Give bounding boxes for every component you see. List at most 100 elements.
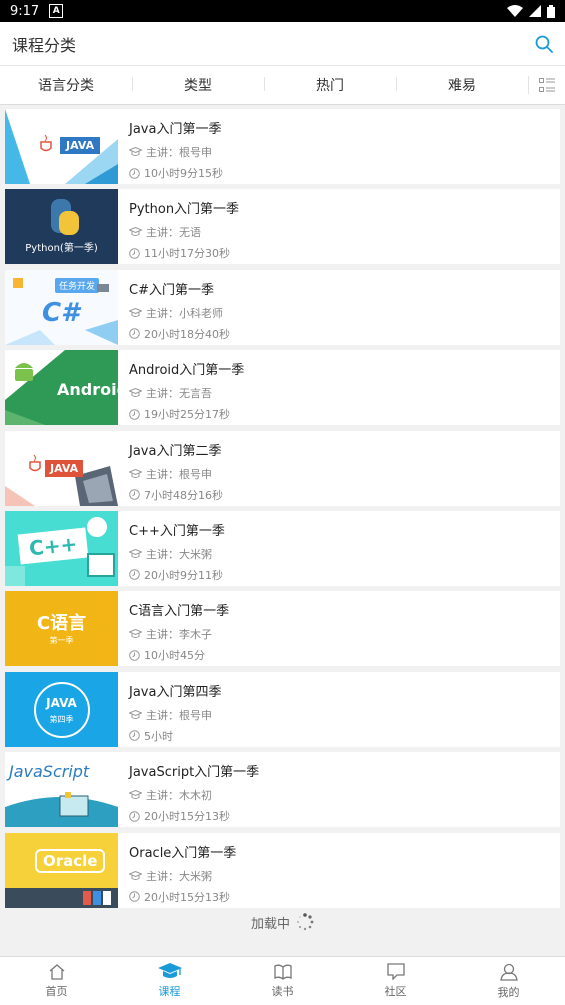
thumb-label: Oracle — [35, 848, 106, 873]
course-title: Java入门第一季 — [129, 122, 222, 137]
course-title: Java入门第二季 — [129, 443, 222, 459]
course-duration: 20小时15分13秒 — [144, 810, 230, 824]
course-item[interactable]: JavaScript JavaScript入门第一季 主讲：木木初 20小时15… — [5, 752, 560, 828]
course-duration-row: 10小时45分 — [129, 647, 229, 663]
course-thumbnail: JavaScript — [5, 752, 118, 828]
course-item[interactable]: C++ C++入门第一季 主讲：大米粥 20小时9分11秒 — [5, 510, 560, 586]
teacher-cap-icon — [129, 307, 142, 317]
thumb-label: C++ — [17, 527, 89, 565]
course-duration-row: 5小时 — [129, 728, 221, 744]
clock-icon — [129, 569, 140, 581]
course-item[interactable]: JAVA Java入门第二季 主讲：根号申 7小时48分16秒 — [5, 430, 560, 506]
graduation-cap-icon — [157, 963, 182, 978]
teacher-cap-icon — [129, 709, 142, 719]
course-thumbnail: Python(第一季) — [5, 189, 118, 265]
clock-icon — [129, 248, 140, 259]
course-duration-row: 20小时9分11秒 — [129, 567, 225, 583]
user-icon — [499, 963, 518, 981]
list-view-icon — [539, 78, 555, 92]
search-icon[interactable] — [535, 35, 553, 53]
book-icon — [273, 964, 292, 980]
thumb-label: JAVA — [45, 459, 84, 477]
tab-books-label: 读书 — [271, 984, 294, 998]
course-title: Android入门第一季 — [129, 363, 245, 379]
teacher-cap-icon — [129, 468, 142, 478]
clock-icon — [129, 408, 140, 420]
course-title: C#入门第一季 — [129, 282, 214, 298]
tab-books[interactable]: 读书 — [226, 957, 339, 1005]
course-title: JavaScript入门第一季 — [129, 765, 260, 781]
filter-tab-difficulty[interactable]: 难易 — [396, 75, 528, 95]
course-title: C++入门第一季 — [129, 523, 225, 539]
course-duration: 11小时17分30秒 — [144, 247, 230, 261]
clock-icon — [129, 328, 140, 340]
course-item[interactable]: JAVA 第四季 Java入门第四季 主讲：根号申 5小时 — [5, 671, 560, 747]
filter-tab-popular[interactable]: 热门 — [264, 75, 396, 95]
course-thumbnail: JAVA — [5, 109, 118, 184]
thumb-label: Python(第一季) — [25, 243, 98, 255]
teacher-cap-icon — [129, 388, 142, 398]
thumb-label: JAVA — [60, 137, 101, 154]
battery-icon — [547, 4, 555, 18]
page-title: 课程分类 — [12, 35, 77, 55]
list-view-toggle[interactable] — [528, 76, 565, 94]
course-title: Java入门第四季 — [129, 684, 222, 700]
course-duration: 10小时9分15秒 — [144, 167, 223, 180]
course-teacher-row: 主讲：木木初 — [129, 787, 259, 803]
teacher-cap-icon — [129, 548, 142, 558]
course-duration-row: 10小时9分15秒 — [129, 165, 223, 181]
course-thumbnail: Android — [5, 350, 118, 426]
course-teacher: 主讲：根号申 — [146, 708, 212, 722]
course-duration-row: 20小时15分13秒 — [129, 808, 259, 824]
spinner-icon — [297, 913, 314, 931]
course-list: JAVA Java入门第一季 主讲：根号申 10小时9分15秒 Python(第… — [5, 109, 560, 913]
course-thumbnail: C++ — [5, 510, 118, 586]
course-item[interactable]: 任务开发 C# C#入门第一季 主讲：小科老师 20小时18分40秒 — [5, 269, 560, 345]
tab-profile[interactable]: 我的 — [452, 957, 565, 1005]
course-duration: 7小时48分16秒 — [144, 488, 223, 502]
status-time: 9:17 — [10, 3, 40, 19]
course-item[interactable]: C语言 第一季 C语言入门第一季 主讲：李木子 10小时45分 — [5, 591, 560, 667]
teacher-cap-icon — [129, 227, 142, 237]
wifi-icon — [507, 5, 523, 17]
course-item[interactable]: JAVA Java入门第一季 主讲：根号申 10小时9分15秒 — [5, 109, 560, 184]
tab-courses[interactable]: 课程 — [113, 957, 226, 1005]
clock-icon — [129, 810, 140, 822]
course-teacher: 主讲：根号申 — [146, 146, 212, 159]
course-teacher: 主讲：李木子 — [146, 628, 212, 642]
course-teacher-row: 主讲：根号申 — [129, 144, 223, 160]
status-bar: 9:17 A — [0, 0, 565, 22]
course-teacher-row: 主讲：李木子 — [129, 626, 229, 642]
course-teacher: 主讲：大米粥 — [146, 869, 212, 883]
clock-icon — [129, 489, 140, 500]
course-item[interactable]: Android Android入门第一季 主讲：无言吾 19小时25分17秒 — [5, 350, 560, 426]
course-teacher-row: 主讲：无语 — [129, 224, 239, 240]
thumb-label: JAVA — [46, 695, 77, 710]
course-teacher: 主讲：无语 — [146, 226, 201, 240]
course-duration: 20小时9分11秒 — [144, 568, 223, 582]
course-duration: 20小时15分13秒 — [144, 890, 230, 904]
course-item[interactable]: Oracle Oracle入门第一季 主讲：大米粥 20小时15分13秒 — [5, 832, 560, 908]
course-thumbnail: 任务开发 C# — [5, 269, 118, 345]
filter-tab-language[interactable]: 语言分类 — [0, 75, 132, 95]
tab-home[interactable]: 首页 — [0, 957, 113, 1005]
course-teacher-row: 主讲：大米粥 — [129, 546, 225, 562]
clock-icon — [129, 167, 140, 179]
teacher-cap-icon — [129, 147, 142, 156]
course-teacher-row: 主讲：根号申 — [129, 707, 221, 723]
tab-profile-label: 我的 — [497, 985, 520, 999]
course-thumbnail: JAVA 第四季 — [5, 671, 118, 747]
filter-tab-type[interactable]: 类型 — [132, 75, 264, 95]
course-duration-row: 20小时15分13秒 — [129, 889, 236, 905]
teacher-cap-icon — [129, 629, 142, 639]
tab-community[interactable]: 社区 — [339, 957, 452, 1005]
course-teacher-row: 主讲：无言吾 — [129, 385, 244, 401]
course-item[interactable]: Python(第一季) Python入门第一季 主讲：无语 11小时17分30秒 — [5, 189, 560, 265]
thumb-label: C语言 — [36, 613, 87, 635]
signal-icon — [529, 5, 541, 17]
teacher-cap-icon — [129, 790, 142, 800]
course-title: Oracle入门第一季 — [129, 845, 237, 861]
course-teacher: 主讲：木木初 — [146, 789, 212, 803]
thumb-label: Android — [57, 380, 118, 400]
course-teacher-row: 主讲：根号申 — [129, 466, 223, 482]
